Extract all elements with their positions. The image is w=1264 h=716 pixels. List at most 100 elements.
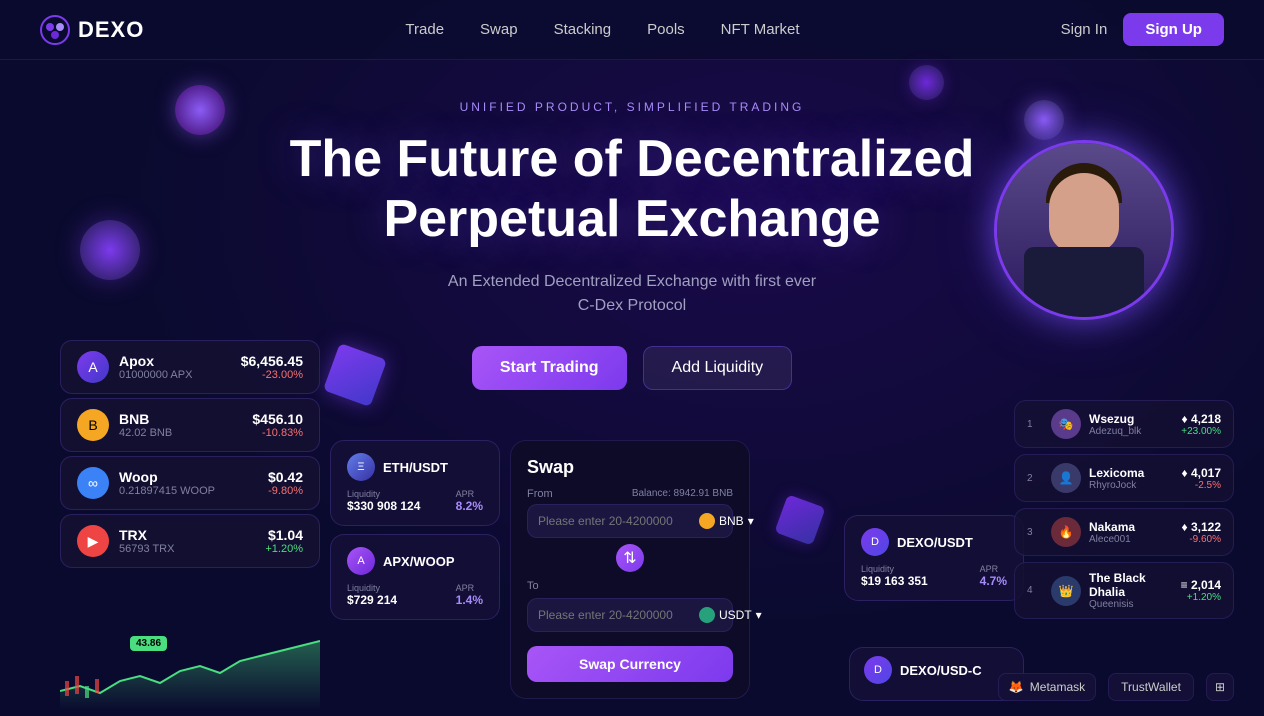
wsezug-score: ♦ 4,218 +23.00% [1181,412,1221,437]
apx-liq-value: $729 214 [347,593,397,607]
metamask-icon: 🦊 [1009,680,1024,694]
bnb-price: $456.10 -10.83% [252,411,303,439]
wallet-icon-btn[interactable]: ⊞ [1206,673,1234,701]
signup-button[interactable]: Sign Up [1123,13,1224,46]
swap-direction-button[interactable]: ⇅ [616,544,644,572]
woop-price: $0.42 -9.80% [268,469,303,497]
swap-from-row[interactable]: BNB ▾ [527,504,733,538]
trx-price-value: $1.04 [265,527,303,543]
woop-icon: ∞ [77,467,109,499]
apx-apr-label: APR [456,583,483,593]
trustwallet-label: TrustWallet [1121,680,1181,694]
swap-to-label: To [527,580,539,592]
wsezug-name: Wsezug [1089,412,1173,426]
leader-item-2[interactable]: 2 👤 Lexicoma RhyroJock ♦ 4,017 -2.5% [1014,454,1234,502]
swap-from-token[interactable]: BNB ▾ [699,513,754,529]
woop-name: Woop [119,469,258,485]
pool-eth-stats: Liquidity $330 908 124 APR 8.2% [347,489,483,513]
eth-liq-value: $330 908 124 [347,499,420,513]
asset-row-apox[interactable]: A Apox 01000000 APX $6,456.45 -23.00% [60,340,320,394]
nakama-info: Nakama Alece001 [1089,520,1174,545]
nav-trade[interactable]: Trade [405,21,444,38]
swap-to-row[interactable]: USDT ▾ [527,598,733,632]
swap-from-input[interactable] [538,514,693,528]
apox-change: -23.00% [241,369,303,381]
to-chevron: ▾ [756,608,762,622]
nakama-score-val: ♦ 3,122 [1182,520,1222,534]
lexicoma-change: -2.5% [1182,480,1222,491]
apox-icon: A [77,351,109,383]
metamask-label: Metamask [1030,680,1085,694]
logo-text: DEXO [78,17,144,43]
metamask-wallet[interactable]: 🦊 Metamask [998,673,1096,701]
wsezug-info: Wsezug Adezuq_blk [1089,412,1173,437]
nav-stacking[interactable]: Stacking [554,21,612,38]
asset-list: A Apox 01000000 APX $6,456.45 -23.00% B … [60,340,320,572]
dexo-usdt-apr-label: APR [980,564,1007,574]
chart-badge: 43.86 [130,636,167,651]
swap-to-token[interactable]: USDT ▾ [699,607,762,623]
wsezug-score-val: ♦ 4,218 [1181,412,1221,426]
pool-apx-name: APX/WOOP [383,554,455,569]
hero-subtitle: UNIFIED PRODUCT, SIMPLIFIED TRADING [0,100,1264,114]
dexo-usdc-header: D DEXO/USD-C [864,656,1009,684]
start-trading-button[interactable]: Start Trading [472,346,627,390]
pool-eth-header: Ξ ETH/USDT [347,453,483,481]
nav-nft[interactable]: NFT Market [721,21,800,38]
apx-liq-label: Liquidity [347,583,397,593]
navbar: DEXO Trade Swap Stacking Pools NFT Marke… [0,0,1264,60]
bnb-info: BNB 42.02 BNB [119,411,242,439]
add-liquidity-button[interactable]: Add Liquidity [643,346,793,390]
dexo-usdt-liq-label: Liquidity [861,564,928,574]
pool-apx-woop[interactable]: A APX/WOOP Liquidity $729 214 APR 1.4% [330,534,500,620]
nakama-name: Nakama [1089,520,1174,534]
asset-row-trx[interactable]: ▶ TRX 56793 TRX $1.04 +1.20% [60,514,320,568]
dexo-usdt-icon: D [861,528,889,556]
apox-name: Apox [119,353,231,369]
trustwallet-wallet[interactable]: TrustWallet [1108,673,1194,701]
lexicoma-name: Lexicoma [1089,466,1174,480]
wsezug-change: +23.00% [1181,426,1221,437]
pool-dexo-usdt[interactable]: D DEXO/USDT Liquidity $19 163 351 APR 4.… [844,515,1024,601]
swap-title: Swap [527,457,733,478]
trx-info: TRX 56793 TRX [119,527,255,555]
apx-pool-icon: A [347,547,375,575]
pool-apx-header: A APX/WOOP [347,547,483,575]
pool-eth-usdt[interactable]: Ξ ETH/USDT Liquidity $330 908 124 APR 8.… [330,440,500,526]
rank-4: 4 [1027,585,1043,596]
pool-apx-stats: Liquidity $729 214 APR 1.4% [347,583,483,607]
avatar-lexicoma: 👤 [1051,463,1081,493]
swap-currency-button[interactable]: Swap Currency [527,646,733,682]
dexo-usdt-apr-value: 4.7% [980,574,1007,588]
pool-eth-name: ETH/USDT [383,460,448,475]
woop-amount: 0.21897415 WOOP [119,485,258,497]
nakama-score: ♦ 3,122 -9.60% [1182,520,1222,545]
asset-row-woop[interactable]: ∞ Woop 0.21897415 WOOP $0.42 -9.80% [60,456,320,510]
nav-swap[interactable]: Swap [480,21,518,38]
leader-item-3[interactable]: 3 🔥 Nakama Alece001 ♦ 3,122 -9.60% [1014,508,1234,556]
avatar-nakama: 🔥 [1051,517,1081,547]
eth-apr-value: 8.2% [456,499,483,513]
woop-change: -9.80% [268,485,303,497]
avatar-image [997,143,1171,317]
leader-item-1[interactable]: 1 🎭 Wsezug Adezuq_blk ♦ 4,218 +23.00% [1014,400,1234,448]
leader-item-4[interactable]: 4 👑 The Black Dhalia Queenisis ≡ 2,014 +… [1014,562,1234,619]
dexo-usdc-icon: D [864,656,892,684]
signin-button[interactable]: Sign In [1061,21,1108,38]
bnb-icon: B [77,409,109,441]
apox-amount: 01000000 APX [119,369,231,381]
nav-pools[interactable]: Pools [647,21,685,38]
swap-to-input[interactable] [538,608,693,622]
avatar-wsezug: 🎭 [1051,409,1081,439]
apox-price: $6,456.45 -23.00% [241,353,303,381]
dexo-usdc-name: DEXO/USD-C [900,663,982,678]
asset-row-bnb[interactable]: B BNB 42.02 BNB $456.10 -10.83% [60,398,320,452]
logo[interactable]: DEXO [40,15,144,45]
from-chevron: ▾ [748,514,754,528]
lexicoma-score: ♦ 4,017 -2.5% [1182,466,1222,491]
blackdhalia-handle: Queenisis [1089,599,1173,610]
woop-info: Woop 0.21897415 WOOP [119,469,258,497]
avatar-blackdhalia: 👑 [1051,576,1081,606]
trx-name: TRX [119,527,255,543]
wsezug-handle: Adezuq_blk [1089,426,1173,437]
